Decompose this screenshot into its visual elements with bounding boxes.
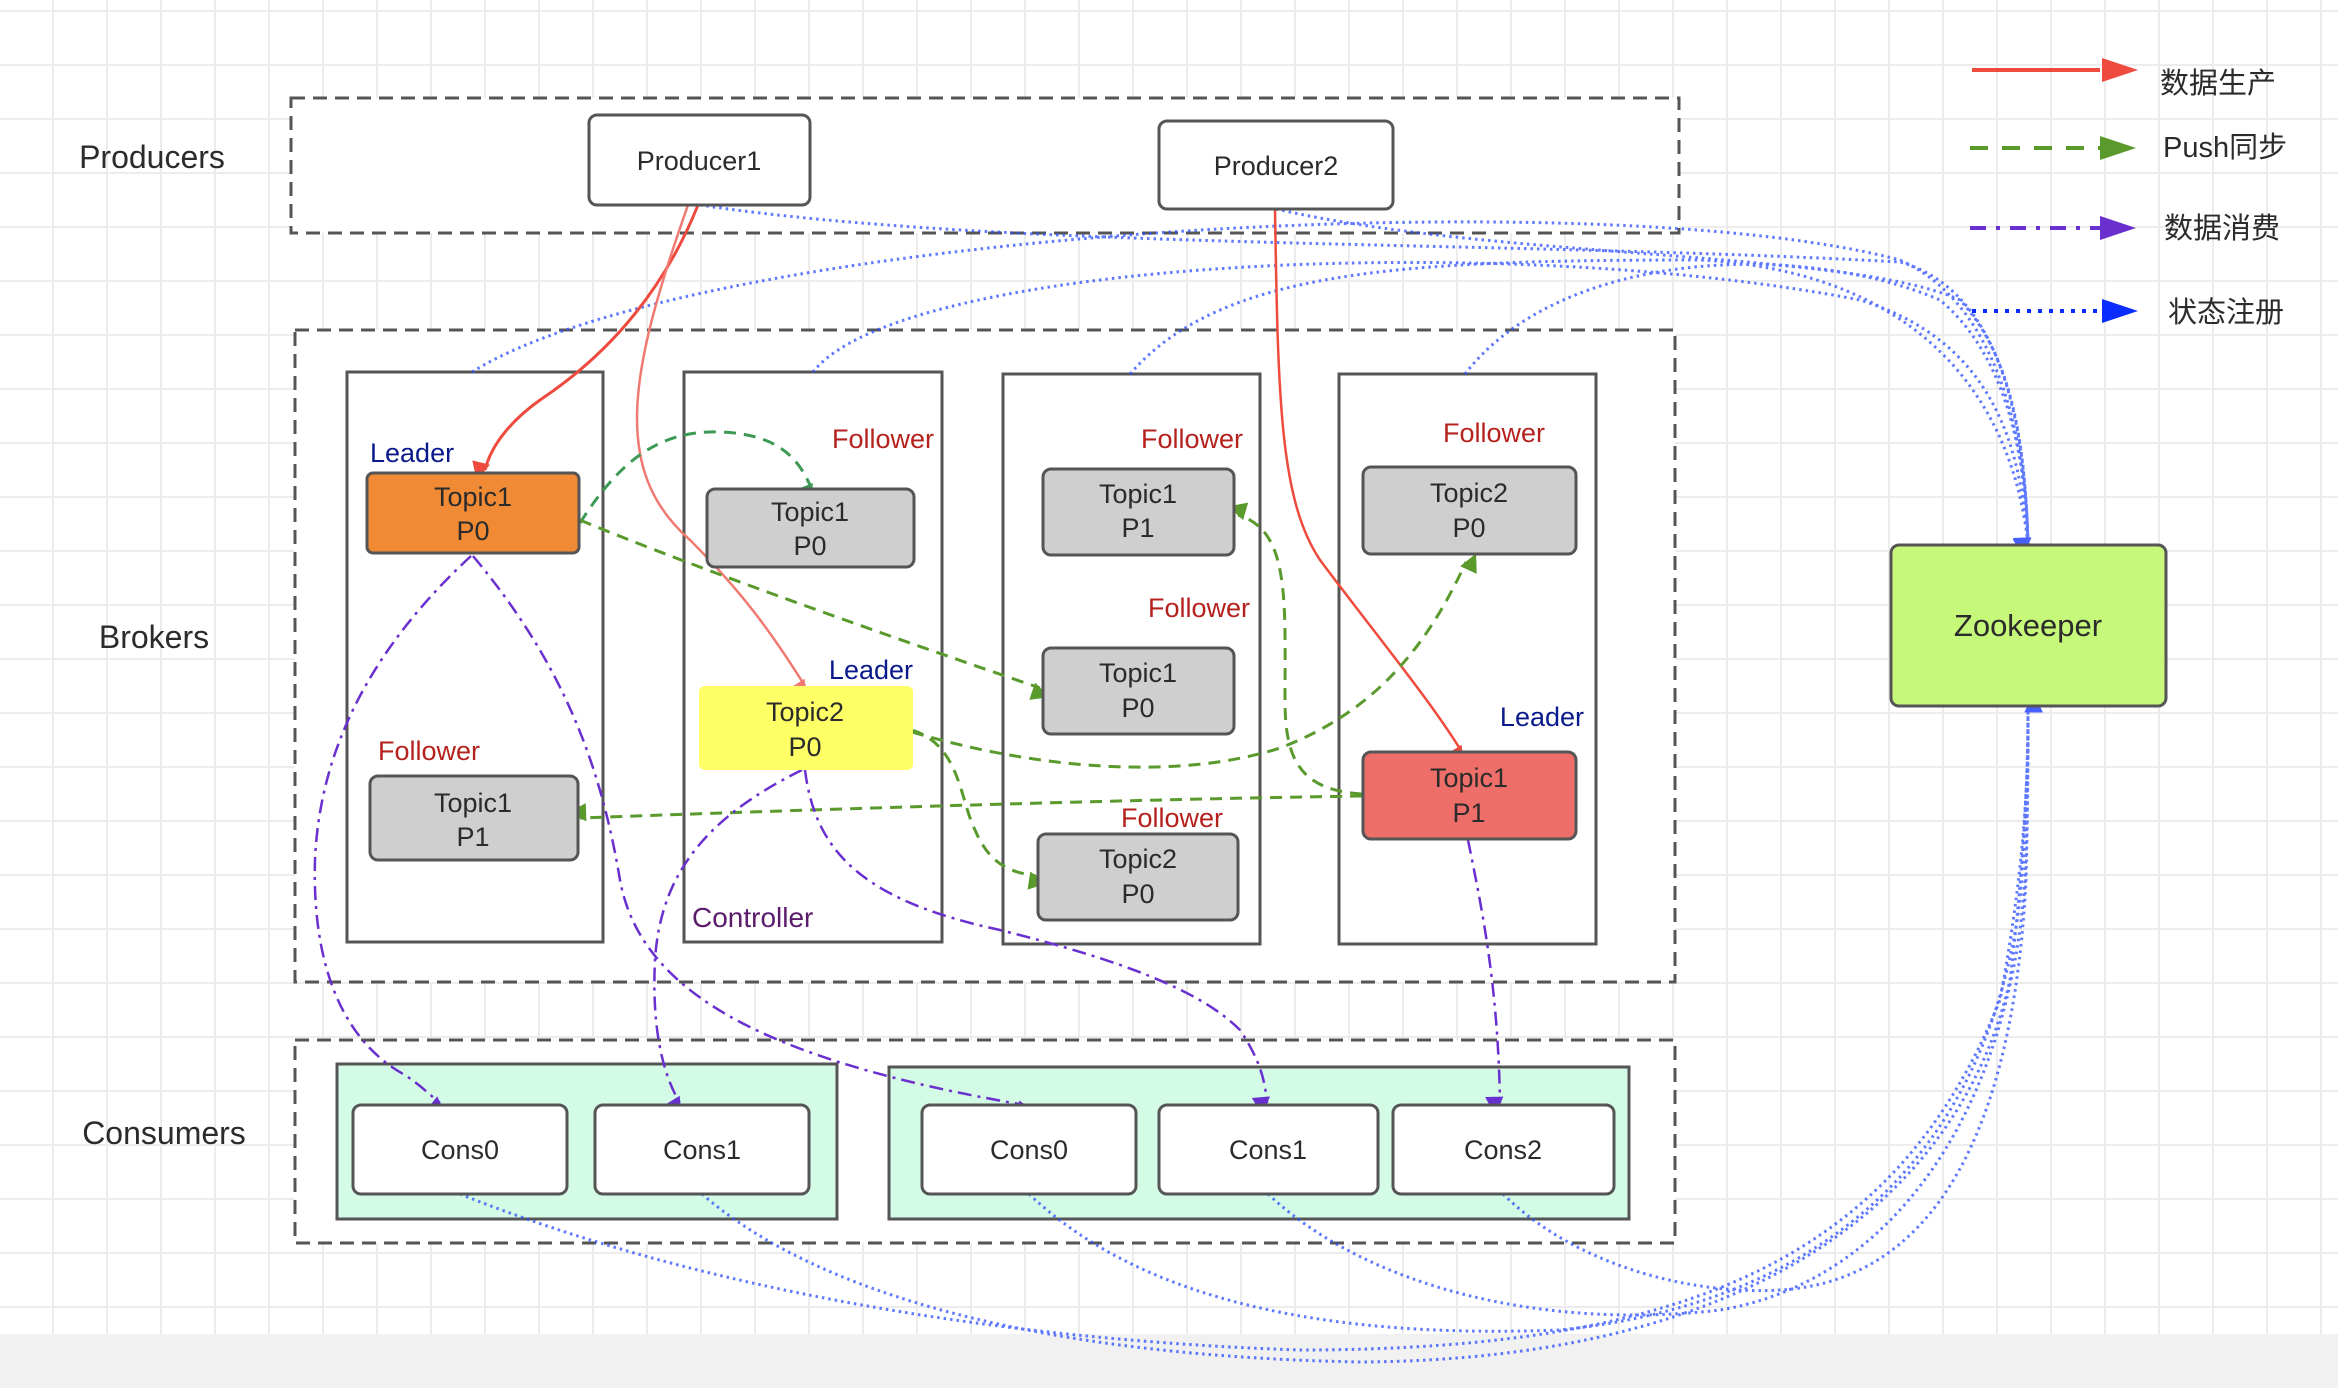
partition-topic2-p0-leader[interactable]: Topic2 P0 — [699, 686, 913, 770]
consumer-label: Cons0 — [990, 1135, 1068, 1165]
legend-label: Push同步 — [2163, 131, 2287, 164]
consumer-g1-cons1[interactable]: Cons1 — [593, 1103, 811, 1196]
consumer-label: Cons0 — [421, 1135, 499, 1165]
partition-topic2-p0-follower[interactable]: Topic2 P0 — [1361, 465, 1578, 556]
partition-id: P0 — [456, 516, 489, 546]
partition-topic1-p0-follower[interactable]: Topic1 P0 — [705, 487, 916, 569]
legend-label: 数据生产 — [2160, 66, 2276, 100]
legend-arrow-icon — [2102, 299, 2138, 323]
consumer-label: Cons1 — [1229, 1135, 1307, 1165]
role-label-leader: Leader — [829, 655, 913, 685]
partition-id: P1 — [1452, 798, 1485, 828]
partition-topic: Topic2 — [1099, 844, 1177, 874]
consumer-label: Cons1 — [663, 1135, 741, 1165]
zookeeper-node[interactable]: Zookeeper — [1889, 543, 2168, 708]
role-label-follower: Follower — [1121, 803, 1223, 833]
partition-topic: Topic1 — [1099, 479, 1177, 509]
role-label-follower: Follower — [832, 424, 934, 454]
partition-topic: Topic2 — [1430, 478, 1508, 508]
partition-topic1-p0-follower[interactable]: Topic1 P0 — [1041, 646, 1236, 736]
partition-id: P0 — [788, 732, 821, 762]
partition-topic: Topic1 — [771, 497, 849, 527]
consumer-g2-cons1[interactable]: Cons1 — [1157, 1103, 1380, 1196]
producer-label: Producer2 — [1214, 151, 1339, 181]
legend-arrow-icon — [2100, 136, 2136, 160]
partition-topic1-p1-follower[interactable]: Topic1 P1 — [368, 774, 580, 862]
partition-topic1-p0-leader[interactable]: Topic1 P0 — [365, 471, 581, 555]
legend-arrow-icon — [2100, 216, 2136, 240]
diagram-svg: Producers Brokers Consumers Producer1 Pr… — [79, 58, 2287, 1364]
legend-arrow-icon — [2102, 58, 2138, 82]
row-label-brokers: Brokers — [99, 619, 209, 655]
legend-label: 状态注册 — [2168, 295, 2284, 329]
legend-item-consume: 数据消费 — [1970, 211, 2280, 245]
legend-item-register: 状态注册 — [1972, 295, 2284, 329]
partition-topic1-p1-follower[interactable]: Topic1 P1 — [1041, 467, 1236, 557]
broker-4 — [1337, 372, 1598, 946]
producer-node-1[interactable]: Producer1 — [587, 113, 812, 207]
role-label-follower: Follower — [1443, 418, 1545, 448]
partition-topic2-p0-follower[interactable]: Topic2 P0 — [1036, 832, 1240, 922]
partition-topic: Topic1 — [1430, 763, 1508, 793]
partition-topic: Topic2 — [766, 697, 844, 727]
partition-id: P1 — [456, 822, 489, 852]
role-label-leader: Leader — [370, 438, 454, 468]
producer-node-2[interactable]: Producer2 — [1157, 119, 1395, 211]
zookeeper-label: Zookeeper — [1954, 608, 2102, 643]
legend-label: 数据消费 — [2164, 211, 2280, 245]
role-label-follower: Follower — [1148, 593, 1250, 623]
legend: 数据生产 Push同步 数据消费 状态注册 — [1970, 58, 2287, 329]
partition-id: P1 — [1121, 513, 1154, 543]
partition-id: P0 — [1452, 513, 1485, 543]
legend-item-produce: 数据生产 — [1972, 58, 2276, 100]
partition-topic: Topic1 — [434, 788, 512, 818]
role-label-follower: Follower — [1141, 424, 1243, 454]
partition-topic: Topic1 — [434, 482, 512, 512]
controller-label: Controller — [692, 902, 813, 933]
diagram-canvas: Producers Brokers Consumers Producer1 Pr… — [0, 0, 2338, 1388]
legend-item-push-sync: Push同步 — [1970, 131, 2287, 164]
consumer-g2-cons0[interactable]: Cons0 — [920, 1103, 1138, 1196]
consumer-g1-cons0[interactable]: Cons0 — [351, 1103, 569, 1196]
partition-topic1-p1-leader[interactable]: Topic1 P1 — [1361, 750, 1578, 841]
producer-label: Producer1 — [637, 146, 762, 176]
partition-id: P0 — [793, 531, 826, 561]
partition-id: P0 — [1121, 879, 1154, 909]
producers-group — [289, 96, 1681, 235]
role-label-leader: Leader — [1500, 702, 1584, 732]
row-label-producers: Producers — [79, 139, 225, 175]
consumer-g2-cons2[interactable]: Cons2 — [1391, 1103, 1616, 1196]
partition-id: P0 — [1121, 693, 1154, 723]
partition-topic: Topic1 — [1099, 658, 1177, 688]
role-label-follower: Follower — [378, 736, 480, 766]
consumer-label: Cons2 — [1464, 1135, 1542, 1165]
row-label-consumers: Consumers — [82, 1115, 246, 1151]
